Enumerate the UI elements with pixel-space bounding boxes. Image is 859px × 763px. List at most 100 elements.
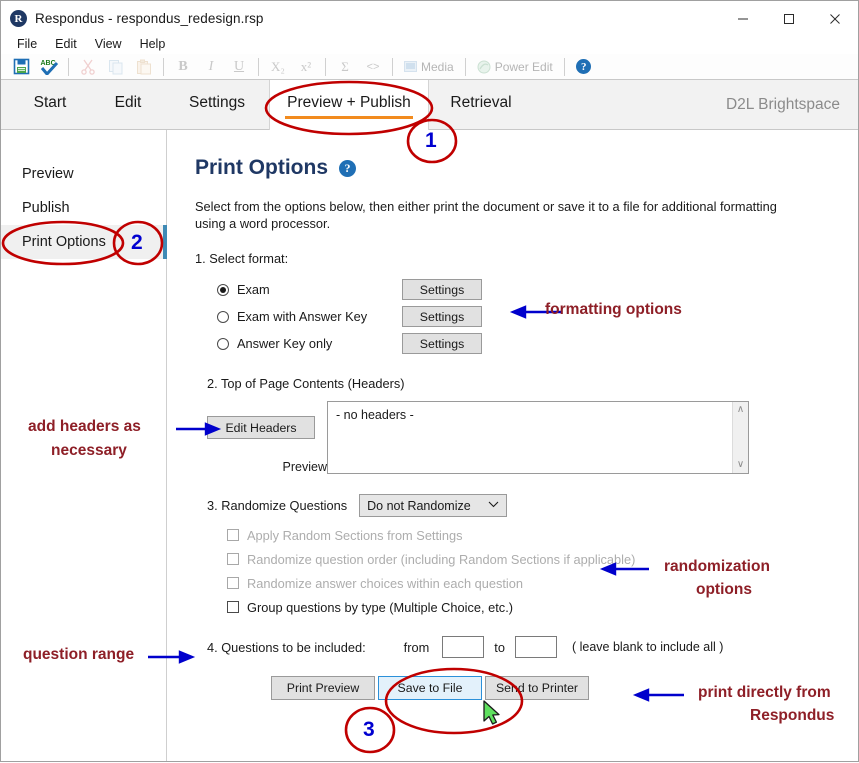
- step2-label: 2. Top of Page Contents (Headers): [207, 376, 405, 391]
- randomize-select-value: Do not Randomize: [367, 498, 471, 513]
- tab-label: Start: [33, 94, 67, 111]
- step4-label: 4. Questions to be included:: [207, 639, 366, 655]
- power-edit-button: Power Edit: [471, 55, 559, 79]
- sidebar-item-print-options[interactable]: Print Options: [1, 225, 167, 259]
- headers-scrollbar[interactable]: ∧ ∨: [732, 402, 748, 473]
- edit-headers-button[interactable]: Edit Headers: [207, 416, 315, 439]
- sidebar-item-label: Preview: [22, 166, 74, 182]
- chevron-down-icon: [488, 500, 499, 511]
- intro-text: Select from the options below, then eith…: [195, 199, 777, 231]
- randomize-row: 3. Randomize Questions Do not Randomize: [207, 494, 858, 517]
- checkbox-icon: [227, 529, 239, 541]
- toolbar: ABC B I U X₂ x² Σ <> Media Power Edit ?: [1, 54, 858, 80]
- headers-preview-label: Preview: [282, 460, 327, 474]
- save-icon[interactable]: [7, 55, 35, 79]
- format-label: Exam with Answer Key: [237, 309, 368, 324]
- underline-icon: U: [233, 58, 245, 74]
- checkbox-apply-random-sections: Apply Random Sections from Settings: [227, 523, 858, 547]
- toolbar-separator: [325, 57, 326, 76]
- checkbox-randomize-question-order: Randomize question order (including Rand…: [227, 547, 858, 571]
- scroll-up-icon[interactable]: ∧: [737, 405, 744, 415]
- checkbox-icon: [227, 577, 239, 589]
- tab-label: Edit: [114, 94, 142, 111]
- power-edit-label: Power Edit: [494, 59, 553, 74]
- checkbox-label: Randomize answer choices within each que…: [247, 575, 523, 591]
- checkbox-label: Group questions by type (Multiple Choice…: [247, 599, 514, 615]
- format-label: Answer Key only: [237, 336, 333, 351]
- tab-preview-publish[interactable]: Preview + Publish: [269, 80, 429, 130]
- title-bar: R Respondus - respondus_redesign.rsp: [1, 1, 858, 36]
- scroll-down-icon[interactable]: ∨: [737, 460, 744, 470]
- radio-icon[interactable]: [217, 337, 229, 350]
- radio-icon[interactable]: [217, 283, 229, 296]
- radio-icon[interactable]: [217, 310, 229, 323]
- sidebar-item-publish[interactable]: Publish: [1, 191, 166, 225]
- app-logo-icon: R: [10, 10, 27, 27]
- checkbox-icon[interactable]: [227, 601, 239, 613]
- content-area: Preview Publish Print Options Print Opti…: [1, 130, 858, 761]
- settings-button-exam[interactable]: Settings: [402, 279, 482, 300]
- format-option-exam-with-answer-key[interactable]: Exam with Answer Key Settings: [217, 303, 858, 330]
- send-to-printer-button[interactable]: Send to Printer: [485, 676, 589, 700]
- from-input[interactable]: [442, 636, 485, 658]
- format-option-answer-key-only[interactable]: Answer Key only Settings: [217, 330, 858, 357]
- menu-edit[interactable]: Edit: [46, 34, 86, 54]
- tab-start[interactable]: Start: [9, 80, 91, 130]
- menu-file[interactable]: File: [8, 34, 46, 54]
- checkbox-label: Randomize question order (including Rand…: [247, 551, 636, 567]
- toolbar-separator: [464, 57, 466, 76]
- headers-row: Edit Headers Preview - no headers - ∧ ∨: [195, 401, 858, 474]
- headers-preview-box[interactable]: - no headers - ∧ ∨: [327, 401, 749, 474]
- menu-view[interactable]: View: [86, 34, 131, 54]
- toolbar-separator: [258, 57, 259, 76]
- print-preview-button[interactable]: Print Preview: [271, 676, 375, 700]
- menu-help[interactable]: Help: [131, 34, 175, 54]
- toolbar-separator: [68, 57, 69, 76]
- sidebar-item-preview[interactable]: Preview: [1, 157, 166, 191]
- format-option-exam[interactable]: Exam Settings: [217, 276, 858, 303]
- help-icon[interactable]: ?: [570, 55, 598, 79]
- window-controls: [720, 1, 858, 36]
- window-title: Respondus - respondus_redesign.rsp: [35, 11, 264, 26]
- paste-icon: [130, 55, 158, 79]
- superscript-icon: x²: [300, 58, 312, 74]
- maximize-icon[interactable]: [766, 1, 812, 36]
- headers-left-column: Edit Headers Preview: [195, 401, 327, 474]
- copy-icon: [102, 55, 130, 79]
- spellcheck-icon[interactable]: ABC: [35, 55, 63, 79]
- headers-preview-text: - no headers -: [336, 408, 414, 422]
- sidebar: Preview Publish Print Options: [1, 130, 167, 761]
- randomize-select[interactable]: Do not Randomize: [359, 494, 508, 517]
- format-label: Exam: [237, 282, 270, 297]
- range-note: ( leave blank to include all ): [571, 640, 724, 654]
- media-label: Media: [421, 59, 454, 74]
- checkbox-randomize-answer-choices: Randomize answer choices within each que…: [227, 571, 858, 595]
- checkbox-group-questions-by-type[interactable]: Group questions by type (Multiple Choice…: [227, 595, 858, 619]
- page-title-text: Print Options: [195, 156, 328, 179]
- print-options-panel: Print Options ? Select from the options …: [168, 130, 858, 761]
- toolbar-separator: [563, 57, 565, 76]
- page-title: Print Options ?: [195, 156, 858, 180]
- tab-settings[interactable]: Settings: [165, 80, 269, 130]
- sidebar-item-label: Publish: [22, 200, 70, 216]
- question-range-row: 4. Questions to be included: from to ( l…: [207, 636, 858, 658]
- headers-section: 2. Top of Page Contents (Headers) Edit H…: [195, 376, 858, 474]
- cut-icon: [74, 55, 102, 79]
- italic-icon: I: [208, 58, 214, 74]
- toolbar-separator: [392, 57, 393, 76]
- equation-icon: Σ: [341, 58, 349, 74]
- help-icon[interactable]: ?: [339, 159, 356, 177]
- menu-bar: File Edit View Help: [1, 34, 858, 54]
- settings-button-answer-key[interactable]: Settings: [402, 333, 482, 354]
- tab-retrieval[interactable]: Retrieval: [429, 80, 533, 130]
- settings-button-exam-answer-key[interactable]: Settings: [402, 306, 482, 327]
- save-to-file-button[interactable]: Save to File: [378, 676, 482, 700]
- step1-label: 1. Select format:: [195, 251, 289, 266]
- tab-label: Settings: [188, 94, 245, 111]
- minimize-icon[interactable]: [720, 1, 766, 36]
- to-input[interactable]: [514, 636, 557, 658]
- toolbar-separator: [163, 57, 164, 76]
- tab-edit[interactable]: Edit: [91, 80, 165, 130]
- close-icon[interactable]: [812, 1, 858, 36]
- html-icon: <>: [366, 60, 380, 73]
